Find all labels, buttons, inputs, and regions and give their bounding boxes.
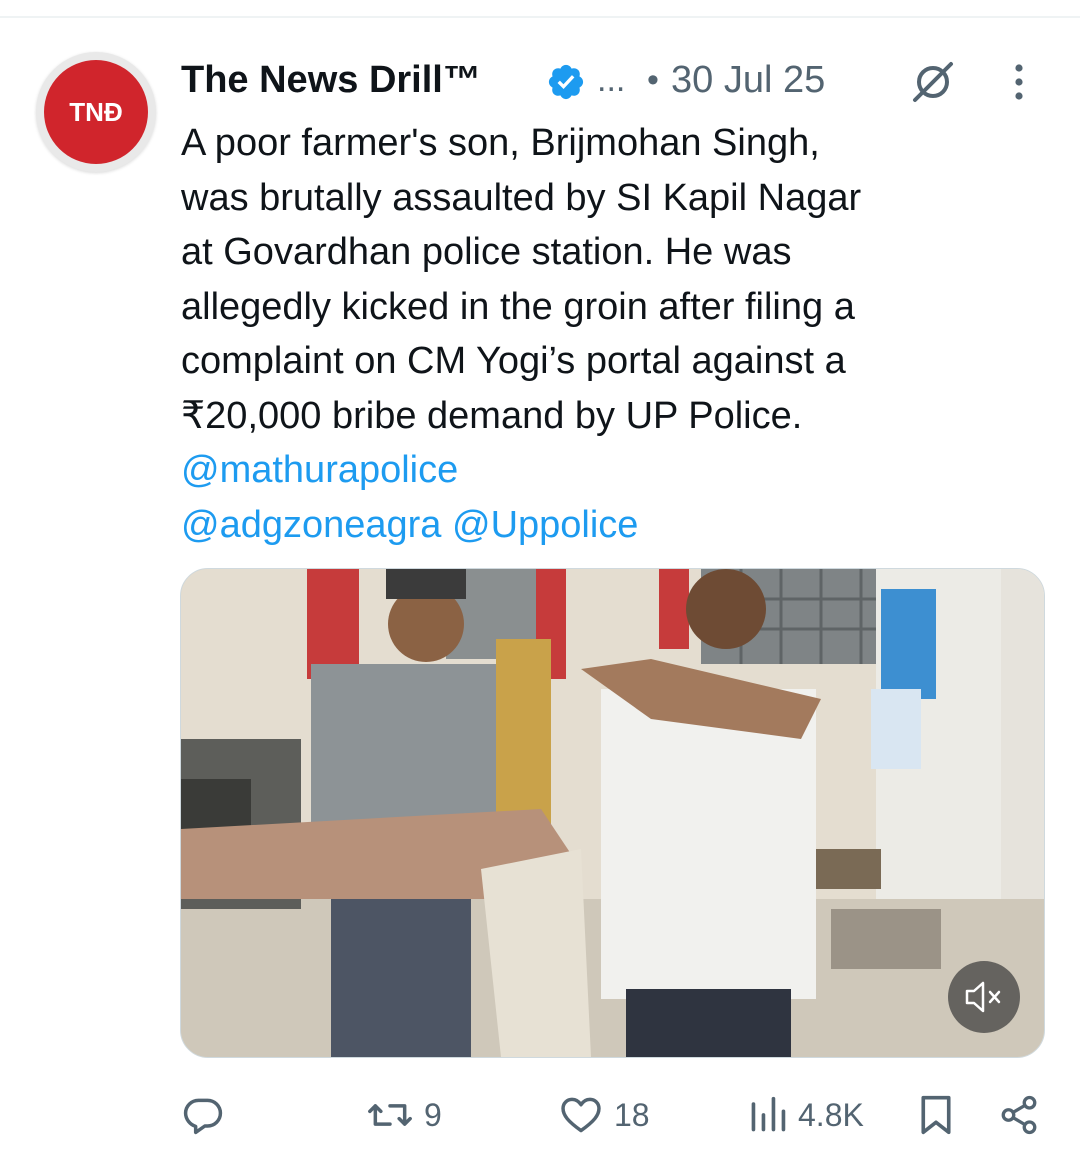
mention-adgzoneagra[interactable]: @adgzoneagra [181,504,441,546]
retweet-icon [368,1104,412,1126]
avatar-logo-text: TNĐ [69,96,123,127]
bookmark-icon [921,1095,951,1135]
timestamp[interactable]: 30 Jul 25 [671,56,825,104]
tweet-text-line: at Govardhan police station. He was [181,231,792,273]
tweet-header: The News Drill™ ... • 30 Jul 25 [181,56,1061,106]
retweet-button[interactable]: 9 [366,1080,442,1150]
views-count: 4.8K [798,1096,864,1133]
display-name[interactable]: The News Drill™ [181,56,481,104]
like-count: 18 [614,1096,650,1133]
tweet-action-bar: 9 18 4.8K [0,1080,1080,1150]
avatar-logo: TNĐ [44,60,148,164]
views-bar-icon [751,1096,786,1132]
reply-button[interactable] [181,1080,235,1150]
video-frame [181,569,1044,1057]
retweet-count: 9 [424,1096,442,1133]
avatar[interactable]: TNĐ [36,52,156,172]
separator-dot: • [647,61,659,99]
tweet-text-line: ₹20,000 bribe demand by UP Police. [181,394,803,437]
tweet-text-line: was brutally assaulted by SI Kapil Nagar [181,176,862,219]
heart-icon [561,1097,601,1133]
video-player[interactable] [180,568,1045,1058]
tweet-text-line: complaint on CM Yogi’s portal against a [181,340,846,382]
tweet-text-line: A poor farmer's son, Brijmohan Singh, [181,122,820,164]
reply-icon [183,1098,223,1135]
more-vertical-icon[interactable] [1007,60,1031,104]
volume-muted-icon [965,981,1001,1013]
bookmark-button[interactable] [916,1080,956,1150]
mention-line: @mathurapolice [181,443,1061,498]
mention-uppolice[interactable]: @Uppolice [452,504,638,546]
handle-truncated: ... [597,61,626,99]
share-icon [1001,1095,1037,1135]
mention-mathurapolice[interactable]: @mathurapolice [181,449,458,491]
views-button[interactable]: 4.8K [748,1080,864,1150]
top-divider [0,16,1080,18]
tweet-text: A poor farmer's son, Brijmohan Singh, wa… [181,116,1061,552]
like-button[interactable]: 18 [558,1080,650,1150]
share-button[interactable] [998,1080,1040,1150]
tweet-text-line: allegedly kicked in the groin after fili… [181,285,855,328]
mention-line: @adgzoneagra @Uppolice [181,498,1061,553]
mute-toggle-button[interactable] [948,961,1020,1033]
verified-badge-icon [548,64,584,100]
grok-icon[interactable] [907,60,959,104]
